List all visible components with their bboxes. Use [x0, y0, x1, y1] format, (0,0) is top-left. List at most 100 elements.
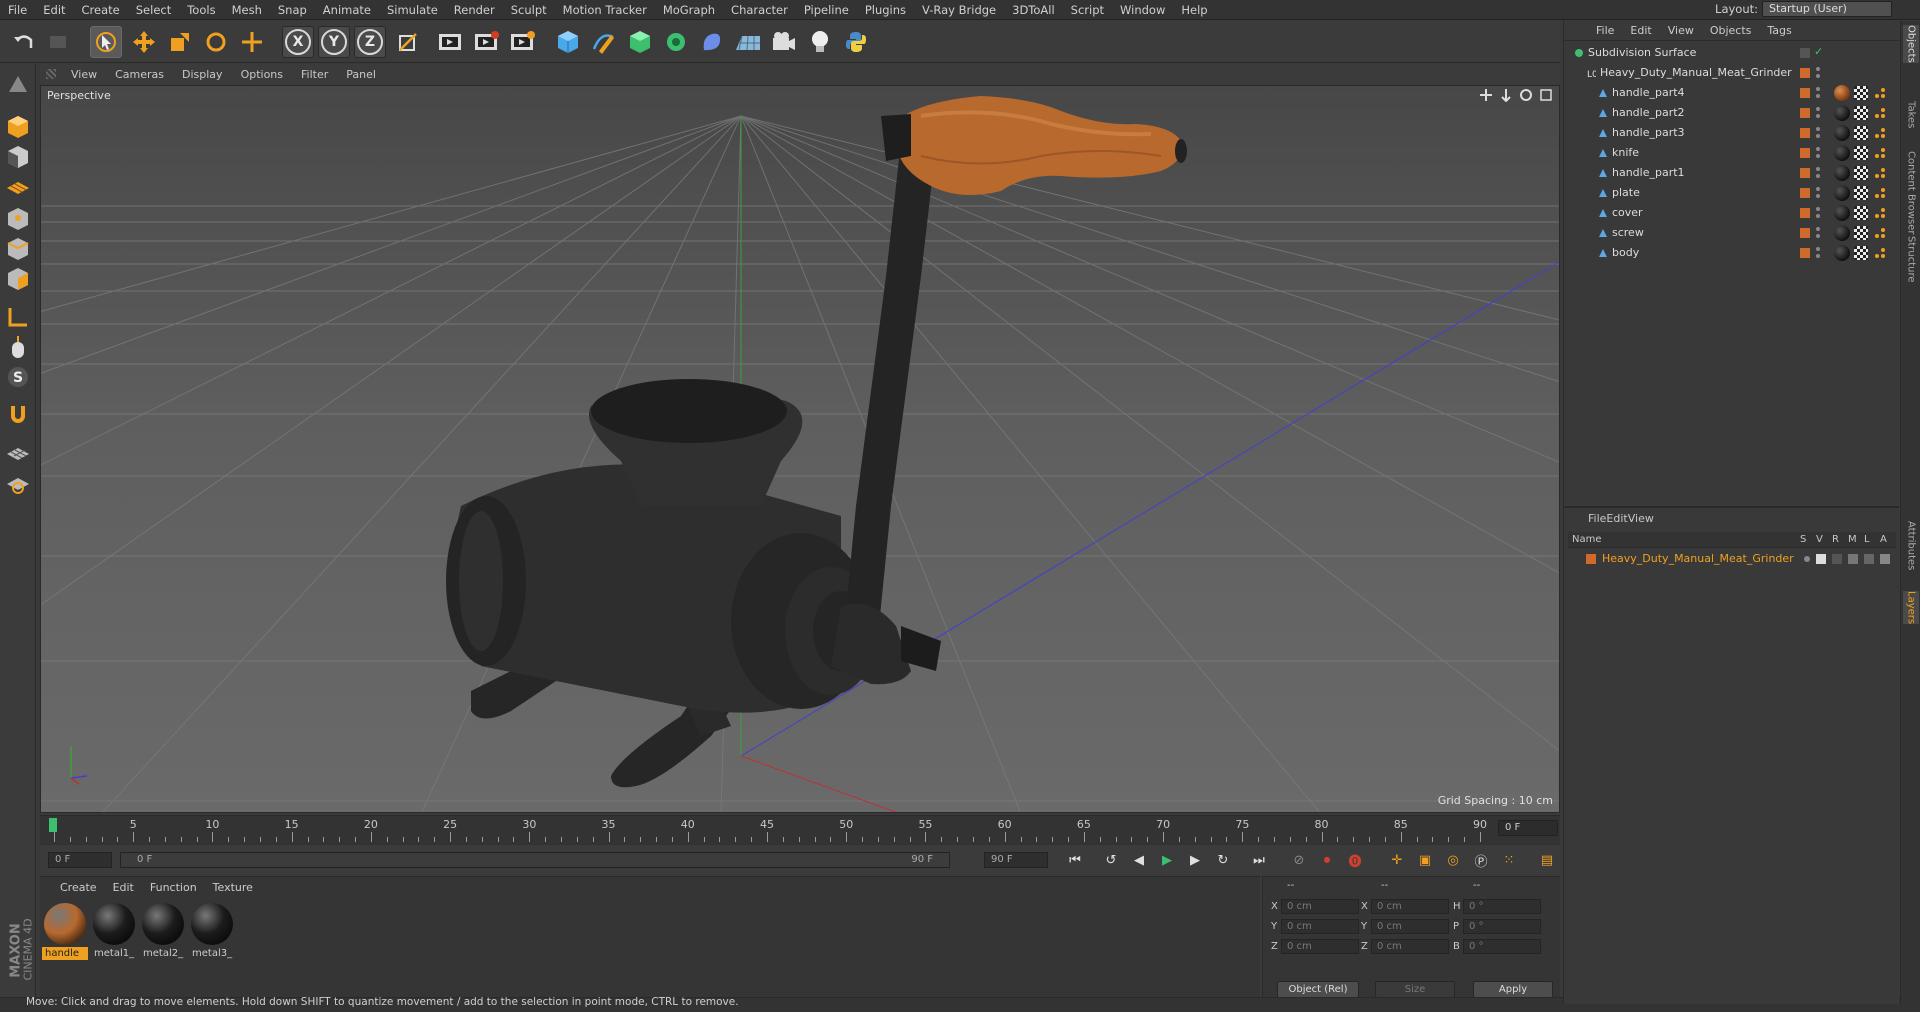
object-name[interactable]: cover — [1612, 206, 1643, 219]
object-layer-color[interactable] — [1800, 248, 1810, 258]
size-mode-dropdown[interactable]: Size — [1375, 981, 1455, 998]
object-layer-color[interactable] — [1800, 228, 1810, 238]
go-to-start-icon[interactable]: ⏮ — [1064, 849, 1086, 871]
material-tag-icon[interactable] — [1834, 205, 1850, 221]
orbit-icon[interactable] — [1519, 88, 1533, 102]
object-layer-color[interactable] — [1800, 168, 1810, 178]
layer-lock-icon[interactable] — [1864, 554, 1874, 564]
texture-tag-icon[interactable] — [1854, 186, 1868, 200]
subdivision-surface-icon[interactable] — [624, 26, 656, 58]
coordinate-mode-dropdown[interactable]: Object (Rel) — [1277, 981, 1359, 998]
layer-name[interactable]: Heavy_Duty_Manual_Meat_Grinder — [1602, 552, 1794, 565]
object-name[interactable]: handle_part1 — [1612, 166, 1685, 179]
layer-render-icon[interactable] — [1832, 554, 1842, 564]
key-position-icon[interactable]: ✛ — [1386, 849, 1408, 871]
visibility-dots-icon[interactable] — [1816, 107, 1820, 119]
coord-value-field[interactable]: 0 ° — [1463, 899, 1541, 914]
points-mode-icon[interactable] — [3, 204, 33, 234]
camera-icon[interactable] — [768, 26, 800, 58]
object-name[interactable]: Subdivision Surface — [1588, 46, 1696, 59]
phong-tag-icon[interactable] — [1872, 205, 1888, 221]
cloner-icon[interactable] — [660, 26, 692, 58]
side-tab-attributes[interactable]: Attributes — [1903, 521, 1919, 570]
cube-primitive-icon[interactable] — [552, 26, 584, 58]
object-row-handle-part4[interactable]: handle_part4 — [1564, 83, 1900, 103]
visibility-dots-icon[interactable] — [1816, 207, 1820, 219]
phong-tag-icon[interactable] — [1872, 225, 1888, 241]
start-frame-field[interactable]: 0 F — [48, 852, 112, 868]
phong-tag-icon[interactable] — [1872, 145, 1888, 161]
texture-tag-icon[interactable] — [1854, 126, 1868, 140]
object-layer-color[interactable] — [1800, 208, 1810, 218]
object-row-plate[interactable]: plate — [1564, 183, 1900, 203]
object-menu-objects[interactable]: Objects — [1702, 24, 1760, 37]
side-tab-objects[interactable]: Objects — [1903, 25, 1919, 63]
key-parameter-icon[interactable]: Ⓟ — [1470, 849, 1492, 871]
material-menu-edit[interactable]: Edit — [105, 881, 142, 894]
transform-tool-icon[interactable] — [236, 26, 268, 58]
end-frame-field[interactable]: 90 F — [984, 852, 1048, 868]
phong-tag-icon[interactable] — [1872, 85, 1888, 101]
layout-dropdown[interactable]: Startup (User) — [1762, 1, 1892, 17]
object-menu-tags[interactable]: Tags — [1759, 24, 1799, 37]
phong-tag-icon[interactable] — [1872, 105, 1888, 121]
menu-create[interactable]: Create — [74, 0, 128, 20]
texture-mode-icon[interactable] — [3, 142, 33, 172]
material-tag-icon[interactable] — [1834, 245, 1850, 261]
object-name[interactable]: Heavy_Duty_Manual_Meat_Grinder — [1600, 66, 1792, 79]
layer-menu-edit[interactable]: Edit — [1606, 512, 1627, 525]
render-region-icon[interactable] — [470, 26, 502, 58]
floor-icon[interactable] — [732, 26, 764, 58]
material-tag-icon[interactable] — [1834, 185, 1850, 201]
texture-tag-icon[interactable] — [1854, 206, 1868, 220]
layer-row[interactable]: Heavy_Duty_Manual_Meat_Grinder — [1568, 550, 1896, 568]
redo-icon[interactable] — [42, 26, 74, 58]
object-row-screw[interactable]: screw — [1564, 223, 1900, 243]
object-row-handle-part3[interactable]: handle_part3 — [1564, 123, 1900, 143]
menu-sculpt[interactable]: Sculpt — [503, 0, 555, 20]
rotate-tool-icon[interactable] — [200, 26, 232, 58]
object-name[interactable]: screw — [1612, 226, 1644, 239]
soft-selection-icon[interactable] — [3, 468, 33, 498]
phong-tag-icon[interactable] — [1872, 185, 1888, 201]
enabled-check-icon[interactable]: ✓ — [1814, 45, 1823, 58]
menu-snap[interactable]: Snap — [270, 0, 315, 20]
menu-file[interactable]: File — [0, 0, 35, 20]
menu-edit[interactable]: Edit — [35, 0, 73, 20]
go-to-end-icon[interactable]: ⏭ — [1248, 849, 1270, 871]
menu-mograph[interactable]: MoGraph — [655, 0, 723, 20]
viewport-menu-view[interactable]: View — [62, 68, 106, 81]
coordinate-system-icon[interactable] — [392, 26, 424, 58]
object-name[interactable]: handle_part2 — [1612, 106, 1685, 119]
menu-motion-tracker[interactable]: Motion Tracker — [555, 0, 655, 20]
apply-button[interactable]: Apply — [1473, 981, 1553, 998]
menu-tools[interactable]: Tools — [179, 0, 223, 20]
material-menu-function[interactable]: Function — [142, 881, 205, 894]
material-swatch[interactable]: metal1_ — [91, 901, 137, 959]
maximize-view-icon[interactable] — [1539, 88, 1553, 102]
visibility-dots-icon[interactable] — [1816, 227, 1820, 239]
texture-tag-icon[interactable] — [1854, 226, 1868, 240]
play-icon[interactable]: ▶ — [1156, 849, 1178, 871]
coord-value-field[interactable]: 0 ° — [1463, 919, 1541, 934]
layer-manager-icon[interactable] — [1848, 554, 1858, 564]
menu-help[interactable]: Help — [1173, 0, 1215, 20]
phong-tag-icon[interactable] — [1872, 165, 1888, 181]
model-mode-icon[interactable] — [3, 112, 33, 142]
side-tab-takes[interactable]: Takes — [1903, 101, 1919, 128]
deformer-icon[interactable] — [696, 26, 728, 58]
menu-v-ray-bridge[interactable]: V-Ray Bridge — [914, 0, 1004, 20]
object-name[interactable]: plate — [1612, 186, 1640, 199]
menu-window[interactable]: Window — [1112, 0, 1173, 20]
visibility-dots-icon[interactable] — [1816, 167, 1820, 179]
range-slider[interactable]: 0 F 90 F — [120, 852, 950, 868]
python-icon[interactable] — [840, 26, 872, 58]
visibility-dots-icon[interactable] — [1816, 127, 1820, 139]
workplane-icon[interactable] — [3, 172, 33, 202]
next-key-icon[interactable]: ↻ — [1212, 849, 1234, 871]
material-tag-icon[interactable] — [1834, 105, 1850, 121]
z-axis-lock-button[interactable]: Z — [354, 26, 386, 58]
coord-value-field[interactable]: 0 cm — [1281, 899, 1359, 914]
object-row-body[interactable]: body — [1564, 243, 1900, 263]
object-name[interactable]: knife — [1612, 146, 1639, 159]
